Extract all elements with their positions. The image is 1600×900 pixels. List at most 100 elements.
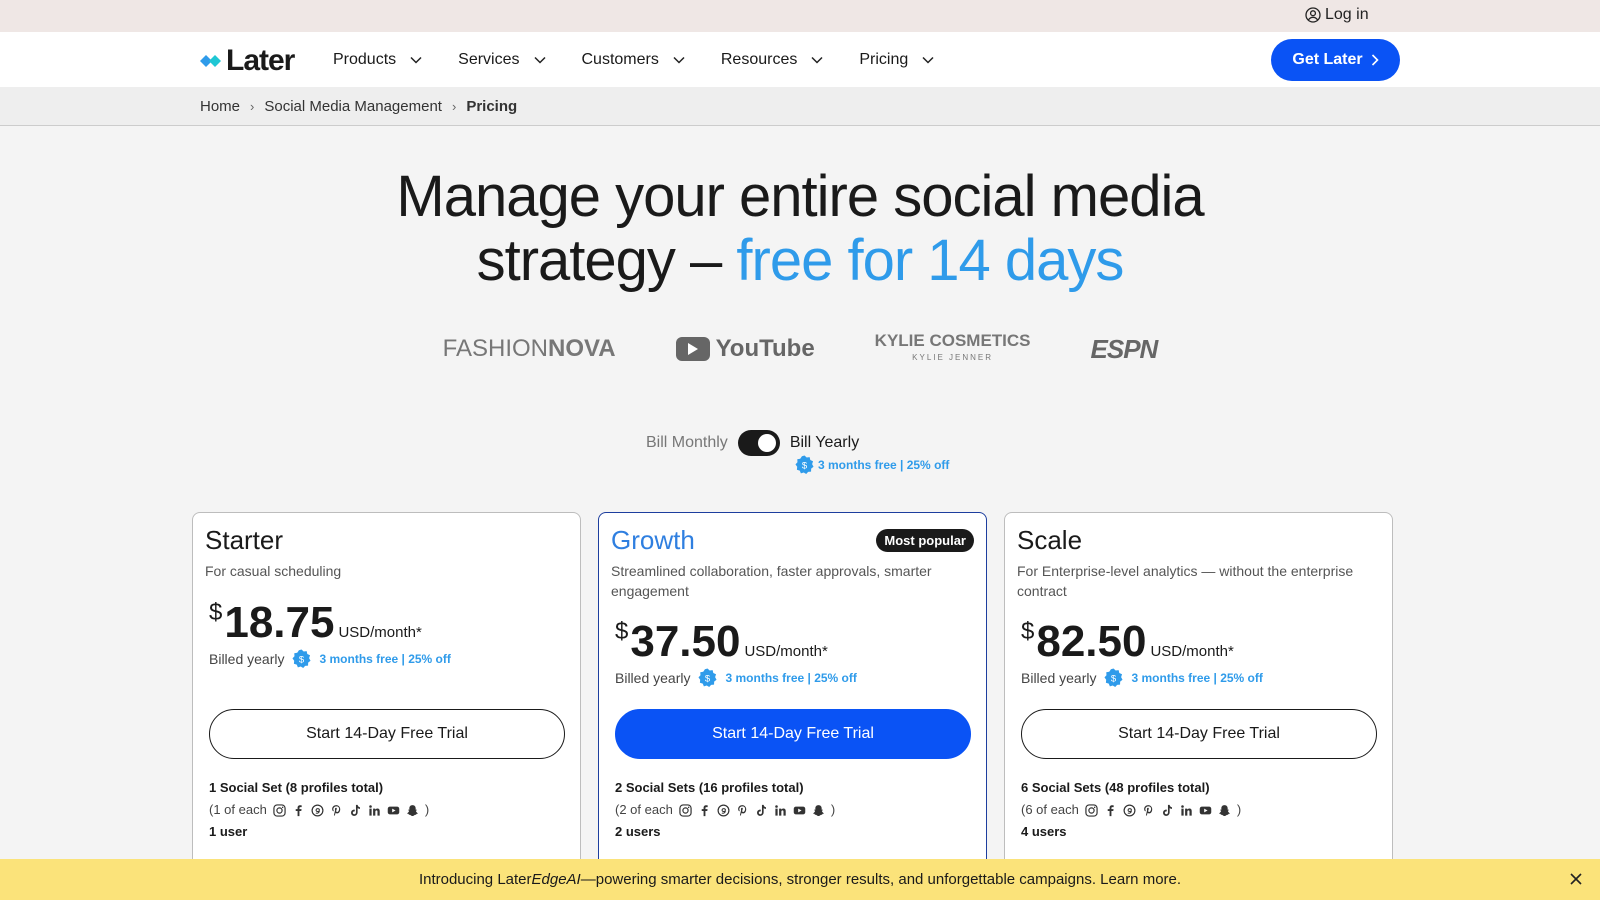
plan-price: $ 37.50 USD/month*: [615, 618, 828, 666]
billing-toggle[interactable]: [737, 430, 780, 456]
nav-customers[interactable]: Customers: [582, 51, 685, 69]
chevron-down-icon: [410, 56, 422, 64]
profiles-suffix: ): [830, 802, 836, 817]
billed-row: Billed yearly $ 3 months free | 25% off: [209, 649, 451, 668]
svg-text:$: $: [1111, 673, 1117, 684]
plan-features: 1 Social Set (8 profiles total) (1 of ea…: [209, 777, 429, 843]
discount-badge-icon: $: [292, 649, 312, 668]
bill-yearly-label[interactable]: Bill Yearly: [790, 434, 859, 452]
plan-features: 2 Social Sets (16 profiles total) (2 of …: [615, 777, 835, 843]
tiktok-icon: [1162, 804, 1172, 816]
snapchat-icon: [812, 804, 824, 816]
svg-text:$: $: [299, 654, 305, 665]
nav-products[interactable]: Products: [333, 51, 422, 69]
chevron-right-icon: [1371, 54, 1379, 66]
main-navbar: Later Products Services Customers Resour…: [0, 32, 1600, 88]
profiles-line: (2 of each ): [615, 799, 835, 821]
users-count: 1 user: [209, 824, 248, 839]
kylie-logo-main: KYLIE COSMETICS: [874, 331, 1031, 350]
price-unit: USD/month*: [744, 643, 828, 660]
facebook-icon: [701, 804, 708, 816]
nav-menu: Products Services Customers Resources Pr…: [333, 32, 970, 88]
pinterest-icon: [1143, 804, 1153, 816]
bill-monthly-label[interactable]: Bill Monthly: [646, 434, 728, 452]
breadcrumb: Home › Social Media Management › Pricing: [200, 98, 517, 115]
discount-badge-icon: $: [698, 668, 718, 687]
fashionnova-logo-a: FASHION: [442, 335, 549, 362]
price-amount: 82.50: [1036, 617, 1147, 666]
social-sets: 2 Social Sets (16 profiles total): [615, 780, 804, 795]
close-icon[interactable]: [1568, 871, 1584, 887]
start-trial-button[interactable]: Start 14-Day Free Trial: [1021, 709, 1377, 759]
profiles-prefix: (6 of each: [1021, 802, 1079, 817]
profiles-suffix: ): [424, 802, 430, 817]
instagram-icon: [273, 803, 286, 817]
social-sets: 6 Social Sets (48 profiles total): [1021, 780, 1210, 795]
nav-pricing[interactable]: Pricing: [859, 51, 934, 69]
users-count: 2 users: [615, 824, 661, 839]
later-logo[interactable]: Later: [200, 44, 295, 78]
price-currency: $: [615, 618, 629, 645]
users-count: 4 users: [1021, 824, 1067, 839]
nav-resources-label: Resources: [720, 51, 798, 68]
tiktok-icon: [756, 804, 766, 816]
youtube-logo: YouTube: [675, 335, 815, 363]
title-line-1: Manage your entire social media: [396, 164, 1204, 229]
facebook-icon: [1107, 804, 1114, 816]
billing-toggle-row: Bill Monthly Bill Yearly: [646, 430, 859, 456]
facebook-icon: [295, 804, 302, 816]
price-unit: USD/month*: [338, 624, 422, 641]
breadcrumb-home[interactable]: Home: [200, 98, 240, 115]
price-currency: $: [1021, 618, 1035, 645]
plan-title: Starter: [205, 525, 284, 555]
plan-card-growth: Growth Most popular Streamlined collabor…: [598, 512, 987, 900]
plan-price: $ 18.75 USD/month*: [209, 599, 422, 647]
start-trial-button[interactable]: Start 14-Day Free Trial: [209, 709, 565, 759]
youtube-icon: [1199, 806, 1212, 814]
plan-card-scale: Scale For Enterprise-level analytics — w…: [1004, 512, 1393, 900]
profiles-prefix: (1 of each: [209, 802, 267, 817]
breadcrumb-separator-icon: ›: [250, 99, 255, 114]
discount-text: 3 months free | 25% off: [725, 670, 857, 685]
breadcrumb-bar: Home › Social Media Management › Pricing: [0, 88, 1600, 126]
chevron-down-icon: [922, 56, 934, 64]
nav-products-label: Products: [333, 51, 397, 68]
billing-discount-text: 3 months free | 25% off: [818, 457, 950, 472]
price-amount: 37.50: [630, 617, 741, 666]
plan-price: $ 82.50 USD/month*: [1021, 618, 1234, 666]
later-logo-icon: [200, 55, 221, 67]
plan-title: Scale: [1017, 525, 1083, 555]
banner-suffix: —powering smarter decisions, stronger re…: [580, 871, 1182, 888]
profiles-line: (6 of each ): [1021, 799, 1241, 821]
kylie-cosmetics-logo: KYLIE COSMETICS KYLIE JENNER: [875, 332, 1031, 366]
title-accent: free for 14 days: [736, 228, 1124, 293]
pricing-cards: Starter For casual scheduling $ 18.75 US…: [192, 512, 1393, 900]
get-later-button[interactable]: Get Later: [1271, 39, 1400, 81]
title-line-2: strategy –: [476, 228, 737, 293]
chevron-down-icon: [673, 56, 685, 64]
discount-badge-icon: $: [795, 455, 814, 474]
nav-customers-label: Customers: [581, 51, 659, 68]
nav-services-label: Services: [458, 51, 520, 68]
youtube-icon: [387, 806, 400, 814]
chevron-down-icon: [533, 56, 546, 64]
banner-emphasis: EdgeAI: [531, 871, 581, 888]
price-currency: $: [209, 599, 223, 626]
breadcrumb-social-media-management[interactable]: Social Media Management: [264, 98, 442, 115]
kylie-logo-sub: KYLIE JENNER: [912, 353, 994, 362]
chevron-down-icon: [811, 56, 823, 64]
customer-logos: FASHION NOVA YouTube KYLIE COSMETICS KYLI…: [0, 332, 1600, 366]
espn-logo-text: ESPN: [1090, 333, 1159, 364]
login-link[interactable]: Log in: [1305, 6, 1369, 24]
billed-label: Billed yearly: [1021, 669, 1097, 686]
plan-description: For casual scheduling: [205, 563, 342, 579]
get-later-label: Get Later: [1292, 51, 1363, 68]
nav-resources[interactable]: Resources: [721, 51, 823, 69]
start-trial-button[interactable]: Start 14-Day Free Trial: [615, 709, 971, 759]
linkedin-icon: [369, 804, 380, 816]
announcement-banner[interactable]: Introducing Later EdgeAI —powering smarte…: [0, 859, 1600, 900]
most-popular-badge: Most popular: [876, 529, 974, 552]
nav-services[interactable]: Services: [458, 51, 546, 69]
page-title: Manage your entire social media strategy…: [0, 165, 1600, 293]
linkedin-icon: [1181, 804, 1192, 816]
